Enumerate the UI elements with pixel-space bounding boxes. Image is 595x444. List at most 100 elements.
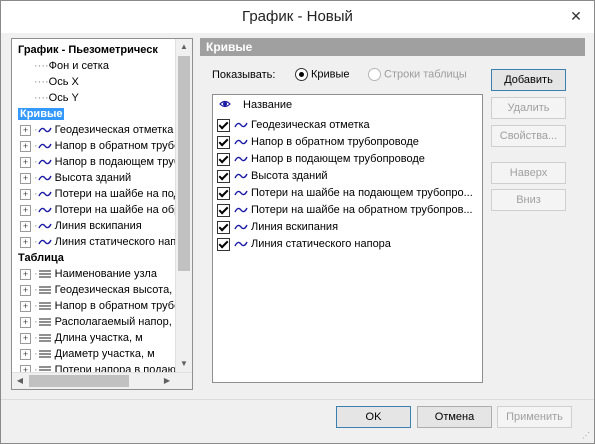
expand-icon[interactable]: + [20, 172, 31, 184]
scroll-down-arrow[interactable]: ▼ [176, 356, 192, 372]
resize-grip-icon[interactable]: ⋰ [582, 431, 592, 441]
expand-icon[interactable]: + [20, 236, 31, 248]
tree-child-item[interactable]: + · Напор в обратном трубо [20, 298, 175, 314]
expand-icon[interactable]: + [20, 268, 31, 280]
curve-name: Потери на шайбе на обратном трубопров... [251, 204, 473, 216]
tree-root-item[interactable]: Кривые [18, 106, 65, 122]
tree-child-item[interactable]: + · Геодезическая отметка [20, 122, 173, 138]
tree-item-label: График - Пьезометрическ [18, 44, 158, 56]
tree-leaf-item[interactable]: ····Ось Y [34, 90, 79, 106]
curve-wave-icon [234, 224, 248, 230]
curve-name: Геодезическая отметка [251, 119, 370, 131]
table-column-icon [38, 302, 51, 310]
curve-list-item[interactable]: Высота зданий [217, 168, 328, 185]
curve-visible-checkbox[interactable] [217, 118, 230, 132]
curve-wave-icon [38, 207, 52, 213]
expand-icon[interactable]: + [20, 124, 31, 136]
table-column-icon [38, 270, 51, 278]
settings-tree[interactable]: График - Пьезометрическ ····Фон и сетка ··… [11, 38, 193, 390]
expand-icon[interactable]: + [20, 204, 31, 216]
tree-child-item[interactable]: +·Напор в подающем трубоп [20, 154, 175, 170]
tree-child-item[interactable]: + · Располагаемый напор, [20, 314, 172, 330]
tree-horizontal-thumb[interactable] [29, 375, 129, 387]
dialog-window: График - Новый ✕ График - Пьезометрическ… [0, 0, 595, 444]
radio-curves-label: Кривые [311, 68, 350, 81]
add-button[interactable]: Добавить [491, 69, 566, 91]
properties-button: Свойства... [491, 125, 566, 147]
tree-child-item[interactable]: + · Длина участка, м [20, 330, 143, 346]
tree-horizontal-scrollbar[interactable]: ◀ ▶ [12, 372, 192, 389]
cancel-button[interactable]: Отмена [417, 406, 492, 428]
expand-icon[interactable]: + [20, 316, 31, 328]
tree-item-label: Потери напора в подаю [54, 364, 175, 372]
tree-child-item[interactable]: + · Диаметр участка, м [20, 346, 155, 362]
expand-icon[interactable]: + [20, 140, 31, 152]
curve-list-item[interactable]: Напор в обратном трубопроводе [217, 134, 419, 151]
curve-visible-checkbox[interactable] [217, 186, 230, 200]
table-column-icon [38, 286, 51, 294]
tree-item-label: Геодезическая отметка [54, 124, 174, 136]
curve-wave-icon [38, 191, 52, 197]
tree-item-label: Таблица [18, 252, 64, 264]
section-header: Кривые [200, 38, 585, 56]
curve-visible-checkbox[interactable] [217, 135, 230, 149]
curve-visible-checkbox[interactable] [217, 237, 230, 251]
ok-button[interactable]: OK [336, 406, 411, 428]
curve-list-item[interactable]: Линия вскипания [217, 219, 338, 236]
curve-list-item[interactable]: Геодезическая отметка [217, 117, 370, 134]
table-column-icon [38, 350, 51, 358]
expand-icon[interactable]: + [20, 220, 31, 232]
tree-item-label: Ось Y [48, 92, 79, 104]
expand-icon[interactable]: + [20, 348, 31, 360]
radio-curves-circle[interactable] [295, 68, 308, 81]
tree-child-item[interactable]: + · Геодезическая высота, [20, 282, 172, 298]
tree-item-label: Длина участка, м [54, 332, 143, 344]
curve-name: Высота зданий [251, 170, 328, 182]
scroll-left-arrow[interactable]: ◀ [12, 373, 28, 389]
expand-icon[interactable]: + [20, 188, 31, 200]
curve-list-item[interactable]: Потери на шайбе на подающем трубопро... [217, 185, 473, 202]
curve-list-item[interactable]: Линия статического напора [217, 236, 391, 253]
tree-root-item[interactable]: Таблица [18, 250, 64, 266]
tree-child-item[interactable]: +·Потери на шайбе на обрат [20, 202, 175, 218]
expand-icon[interactable]: + [20, 284, 31, 296]
expand-icon[interactable]: + [20, 364, 31, 372]
curves-list[interactable]: Название Геодезическая отметка Напор в об… [212, 94, 483, 383]
delete-button: Удалить [491, 97, 566, 119]
close-button[interactable]: ✕ [566, 7, 586, 25]
curve-visible-checkbox[interactable] [217, 203, 230, 217]
table-column-icon [38, 366, 51, 371]
tree-vertical-scrollbar[interactable]: ▲ ▼ [175, 39, 192, 372]
expand-icon[interactable]: + [20, 300, 31, 312]
tree-child-item[interactable]: + · Линия вскипания [20, 218, 142, 234]
curve-wave-icon [38, 223, 52, 229]
tree-child-item[interactable]: +·Линия статического напор [20, 234, 175, 250]
tree-item-label: Ось X [48, 76, 79, 88]
curve-list-item[interactable]: Потери на шайбе на обратном трубопров... [217, 202, 473, 219]
tree-root-item[interactable]: График - Пьезометрическ [18, 42, 158, 58]
curve-visible-checkbox[interactable] [217, 220, 230, 234]
tree-child-item[interactable]: + · Высота зданий [20, 170, 131, 186]
tree-item-label: Высота зданий [54, 172, 132, 184]
scroll-up-arrow[interactable]: ▲ [176, 39, 192, 55]
tree-vertical-thumb[interactable] [178, 56, 190, 271]
tree-child-item[interactable]: + · Наименование узла [20, 266, 157, 282]
curve-visible-checkbox[interactable] [217, 169, 230, 183]
tree-leaf-item[interactable]: ····Ось X [34, 74, 79, 90]
tree-items: График - Пьезометрическ ····Фон и сетка ··… [12, 39, 175, 372]
tree-child-item[interactable]: + · Потери напора в подаю [20, 362, 175, 372]
expand-icon[interactable]: + [20, 332, 31, 344]
curve-wave-icon [38, 143, 52, 149]
curve-wave-icon [38, 175, 52, 181]
expand-icon[interactable]: + [20, 156, 31, 168]
tree-child-item[interactable]: + · Напор в обратном трубоп [20, 138, 175, 154]
show-label: Показывать: [212, 69, 276, 81]
radio-curves[interactable]: Кривые [295, 68, 350, 81]
tree-child-item[interactable]: + · Потери на шайбе на пода [20, 186, 175, 202]
scroll-right-arrow[interactable]: ▶ [159, 373, 175, 389]
curve-visible-checkbox[interactable] [217, 152, 230, 166]
table-column-icon [38, 334, 51, 342]
curve-list-item[interactable]: Напор в подающем трубопроводе [217, 151, 425, 168]
title-bar: График - Новый ✕ [1, 1, 594, 33]
tree-leaf-item[interactable]: ····Фон и сетка [34, 58, 109, 74]
